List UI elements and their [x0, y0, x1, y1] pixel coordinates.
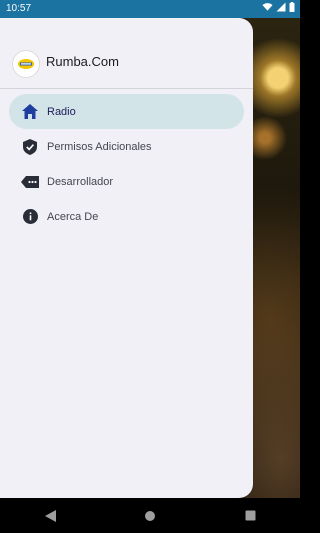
info-icon	[21, 208, 39, 226]
wifi-icon	[262, 3, 273, 11]
menu-item-permisos[interactable]: Permisos Adicionales	[9, 129, 244, 164]
signal-icon	[276, 2, 286, 12]
menu-item-label: Permisos Adicionales	[47, 140, 152, 153]
back-icon[interactable]	[30, 498, 70, 533]
menu-item-label: Acerca De	[47, 210, 99, 223]
status-bar: 10:57	[0, 0, 300, 18]
drawer-header: Rumba.Com	[0, 18, 253, 89]
menu-item-label: Radio	[47, 105, 76, 118]
shield-check-icon	[21, 138, 39, 156]
navigation-drawer: Rumba.Com Radio Permisos Adicionales Des…	[0, 18, 253, 498]
home-circle-icon[interactable]	[130, 498, 170, 533]
system-nav-bar	[0, 498, 300, 533]
code-dots-icon	[21, 173, 39, 191]
app-title: Rumba.Com	[46, 54, 119, 69]
menu-item-acerca-de[interactable]: Acerca De	[9, 199, 244, 234]
menu-item-label: Desarrollador	[47, 175, 114, 188]
header-divider	[0, 88, 253, 89]
app-logo-icon	[12, 50, 40, 78]
menu-item-radio[interactable]: Radio	[9, 94, 244, 129]
home-icon	[21, 103, 39, 121]
status-time: 10:57	[6, 3, 32, 14]
menu-item-desarrollador[interactable]: Desarrollador	[9, 164, 244, 199]
recents-icon[interactable]	[230, 498, 270, 533]
status-icons	[262, 2, 295, 12]
battery-icon	[289, 2, 295, 12]
